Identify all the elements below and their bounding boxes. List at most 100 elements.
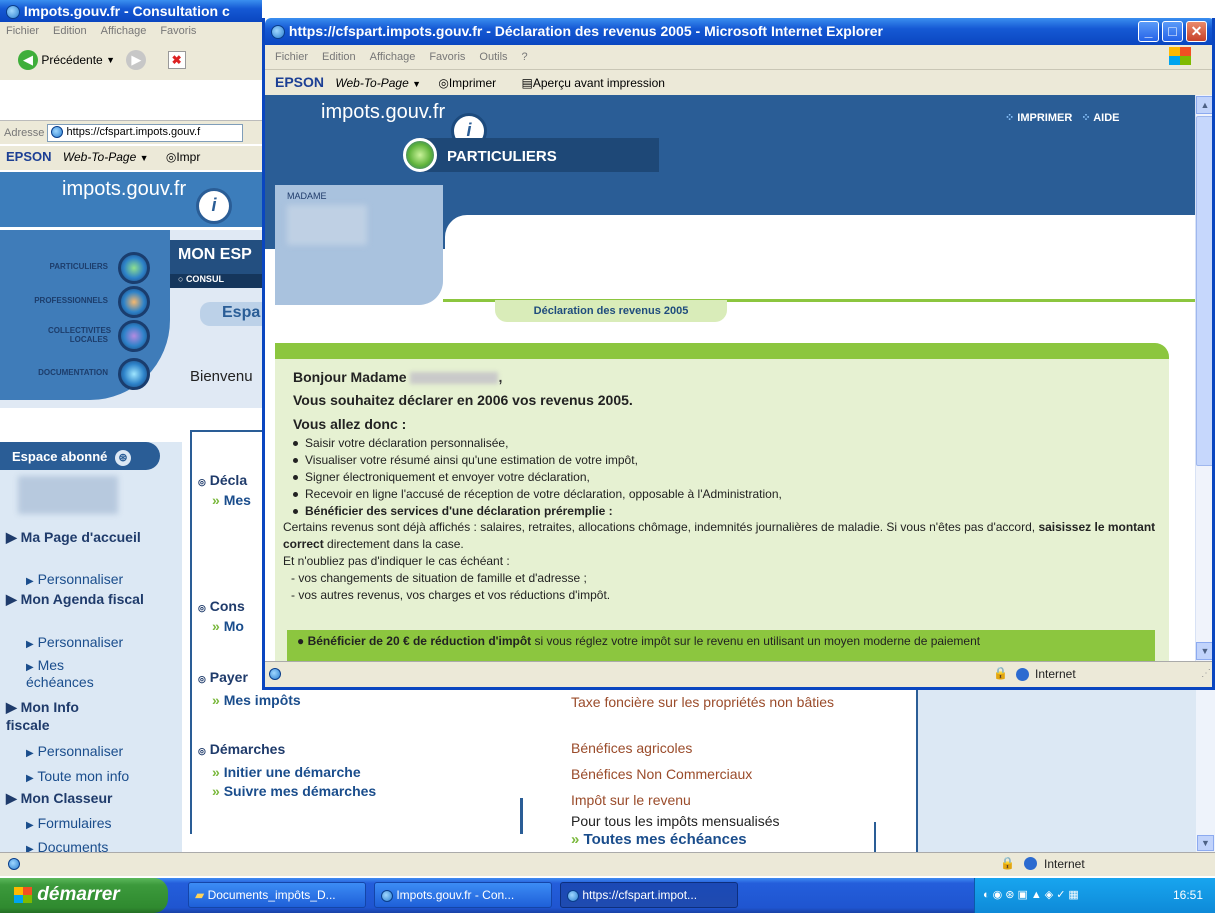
back-button[interactable]: Précédente: [41, 53, 102, 67]
madame-label: MADAME: [287, 191, 327, 201]
sidebar-sub-echeances[interactable]: ▶ Mes échéances: [6, 658, 126, 690]
printer-icon[interactable]: ◎: [166, 150, 176, 164]
sidebar-sub-toute-info[interactable]: ▶ Toute mon info: [26, 768, 129, 784]
link-consulter[interactable]: » Mo: [212, 618, 244, 634]
dots-icon: ⁘: [1005, 112, 1015, 124]
maximize-button[interactable]: □: [1162, 21, 1183, 42]
front-window-titlebar[interactable]: https://cfspart.impots.gouv.fr - Déclara…: [265, 18, 1212, 45]
address-label: Adresse: [4, 126, 45, 139]
section-demarches: ◎ Démarches: [198, 741, 285, 757]
back-epson-toolbar: EPSON Web-To-Page ▼ ◎Impr: [0, 146, 262, 170]
web-to-page-button[interactable]: Web-To-Page: [63, 150, 136, 164]
address-input[interactable]: https://cfspart.impots.gouv.f: [47, 124, 244, 142]
chevron-down-icon[interactable]: ▼: [106, 55, 115, 65]
declaration-tab[interactable]: Déclaration des revenus 2005: [495, 300, 727, 322]
chevron-down-icon[interactable]: ▼: [412, 79, 421, 89]
circle-bullet-icon: ◎: [198, 477, 206, 487]
aide-link[interactable]: AIDE: [1093, 112, 1119, 124]
print-button[interactable]: Impr: [176, 150, 200, 164]
sidebar-item-classeur[interactable]: ▶ Mon Classeur: [6, 790, 112, 807]
logo-text: impots.gouv.fr: [321, 101, 446, 123]
start-button[interactable]: démarrer: [0, 878, 168, 913]
link-toutes-echeances[interactable]: » Toutes mes échéances: [571, 831, 747, 848]
bullet-arrow-icon: ▶: [26, 639, 34, 650]
section-declarer: ◎ Décla: [198, 472, 247, 488]
task-documents[interactable]: ▰ Documents_impôts_D...: [188, 882, 366, 908]
print-button[interactable]: Imprimer: [449, 76, 496, 90]
task-impots[interactable]: Impots.gouv.fr - Con...: [374, 882, 552, 908]
sidebar-sub-personnaliser-1[interactable]: ▶ Personnaliser: [26, 571, 123, 587]
tray-icons[interactable]: ◐◉⊛▣▲◈✓▦: [983, 889, 1082, 901]
menu-outils[interactable]: Outils: [479, 51, 507, 63]
front-epson-toolbar: EPSON Web-To-Page ▼ ◎Imprimer ▤Aperçu av…: [265, 69, 1212, 95]
forward-arrow-icon[interactable]: ▶: [126, 50, 147, 70]
menu-edition[interactable]: Edition: [53, 25, 87, 37]
nav-particuliers[interactable]: PARTICULIERS: [0, 252, 160, 284]
minimize-button[interactable]: _: [1138, 21, 1159, 42]
stop-icon[interactable]: ✖: [167, 51, 186, 69]
link-suivre-demarches[interactable]: » Suivre mes démarches: [212, 783, 376, 799]
tax-agricoles[interactable]: Bénéfices agricoles: [571, 740, 692, 756]
link-initier-demarche[interactable]: » Initier une démarche: [212, 764, 361, 780]
consult-label: CONSUL: [185, 274, 224, 284]
scroll-thumb[interactable]: [1196, 116, 1212, 466]
back-nav-toolbar: ◀ Précédente ▼ ▶ ✖: [0, 42, 262, 80]
imprimer-link[interactable]: IMPRIMER: [1017, 112, 1072, 124]
nav-collectivites[interactable]: COLLECTIVITES LOCALES: [0, 320, 160, 352]
menu-fichier[interactable]: Fichier: [6, 25, 39, 37]
sidebar-sub-personnaliser-3[interactable]: ▶ Personnaliser: [26, 743, 123, 759]
tab-label: Déclaration des revenus 2005: [533, 305, 689, 317]
tax-bnc[interactable]: Bénéfices Non Commerciaux: [571, 766, 752, 782]
menu-affichage[interactable]: Affichage: [370, 51, 416, 63]
link-label: Mo: [223, 618, 244, 634]
back-scroll-down-icon[interactable]: ▼: [1197, 835, 1214, 851]
back-vertical-scrollbar[interactable]: [1196, 680, 1215, 852]
task-cfspart[interactable]: https://cfspart.impot...: [560, 882, 738, 908]
menu-edition[interactable]: Edition: [322, 51, 356, 63]
sidebar-sub-personnaliser-2[interactable]: ▶ Personnaliser: [26, 634, 123, 650]
top-links: ⁘ IMPRIMER ⁘ AIDE: [1005, 111, 1120, 124]
back-tab[interactable]: Espa: [200, 302, 262, 326]
windows-flag-icon: [14, 886, 32, 903]
status-zone: Internet: [1035, 667, 1076, 681]
start-label: démarrer: [37, 884, 120, 905]
sidebar-item-info[interactable]: ▶ Mon Info fiscale: [6, 698, 126, 734]
menu-affichage[interactable]: Affichage: [101, 25, 147, 37]
intro-text: Vous souhaitez déclarer en 2006 vos reve…: [293, 392, 633, 408]
menu-fichier[interactable]: Fichier: [275, 51, 308, 63]
back-arrow-icon[interactable]: ◀: [18, 50, 38, 70]
print-preview-button[interactable]: Aperçu avant impression: [533, 76, 665, 90]
close-button[interactable]: ✕: [1186, 21, 1207, 42]
menu-help[interactable]: ?: [522, 51, 528, 63]
reduction-text: si vous réglez votre impôt sur le revenu…: [531, 634, 981, 648]
scroll-up-icon[interactable]: ▲: [1196, 96, 1212, 114]
chevron-right-icon: »: [571, 831, 580, 848]
bullet-arrow-icon: ▶: [26, 662, 34, 673]
blue-dot-icon: [118, 252, 150, 284]
nav-documentation[interactable]: DOCUMENTATION: [0, 358, 160, 390]
sidebar-item-accueil[interactable]: ▶ Ma Page d'accueil: [6, 528, 176, 546]
chevron-down-icon[interactable]: ▼: [140, 153, 149, 163]
menu-favoris[interactable]: Favoris: [429, 51, 465, 63]
scroll-down-icon[interactable]: ▼: [1196, 642, 1212, 660]
ie-icon: [6, 5, 20, 20]
nav-professionnels[interactable]: PROFESSIONNELS: [0, 286, 160, 318]
menu-favoris[interactable]: Favoris: [160, 25, 196, 37]
link-declarer[interactable]: » Mes: [212, 492, 251, 508]
tax-revenu[interactable]: Impôt sur le revenu: [571, 792, 691, 808]
name-blur: [410, 372, 499, 385]
tax-fonciere[interactable]: Taxe foncière sur les propriétés non bât…: [571, 689, 861, 715]
preview-icon[interactable]: ▤: [522, 76, 533, 90]
link-mes-impots[interactable]: » Mes impôts: [212, 692, 301, 708]
sidebar-sub-formulaires[interactable]: ▶ Formulaires: [26, 815, 112, 831]
sidebar-item-agenda[interactable]: ▶ Mon Agenda fiscal: [6, 590, 176, 608]
windows-flag-icon: [1169, 47, 1191, 65]
triangle-icon: ▶: [6, 699, 17, 715]
bullet-arrow-icon: ▶: [26, 820, 34, 831]
sidebar-sub-documents[interactable]: ▶ Documents: [26, 839, 108, 852]
bullet-arrow-icon: ▶: [26, 844, 34, 852]
back-window-titlebar[interactable]: Impots.gouv.fr - Consultation c: [0, 0, 262, 22]
printer-icon[interactable]: ◎: [438, 76, 448, 90]
resize-grip-icon[interactable]: ⋰: [1201, 668, 1211, 679]
web-to-page-button[interactable]: Web-To-Page: [335, 76, 408, 90]
